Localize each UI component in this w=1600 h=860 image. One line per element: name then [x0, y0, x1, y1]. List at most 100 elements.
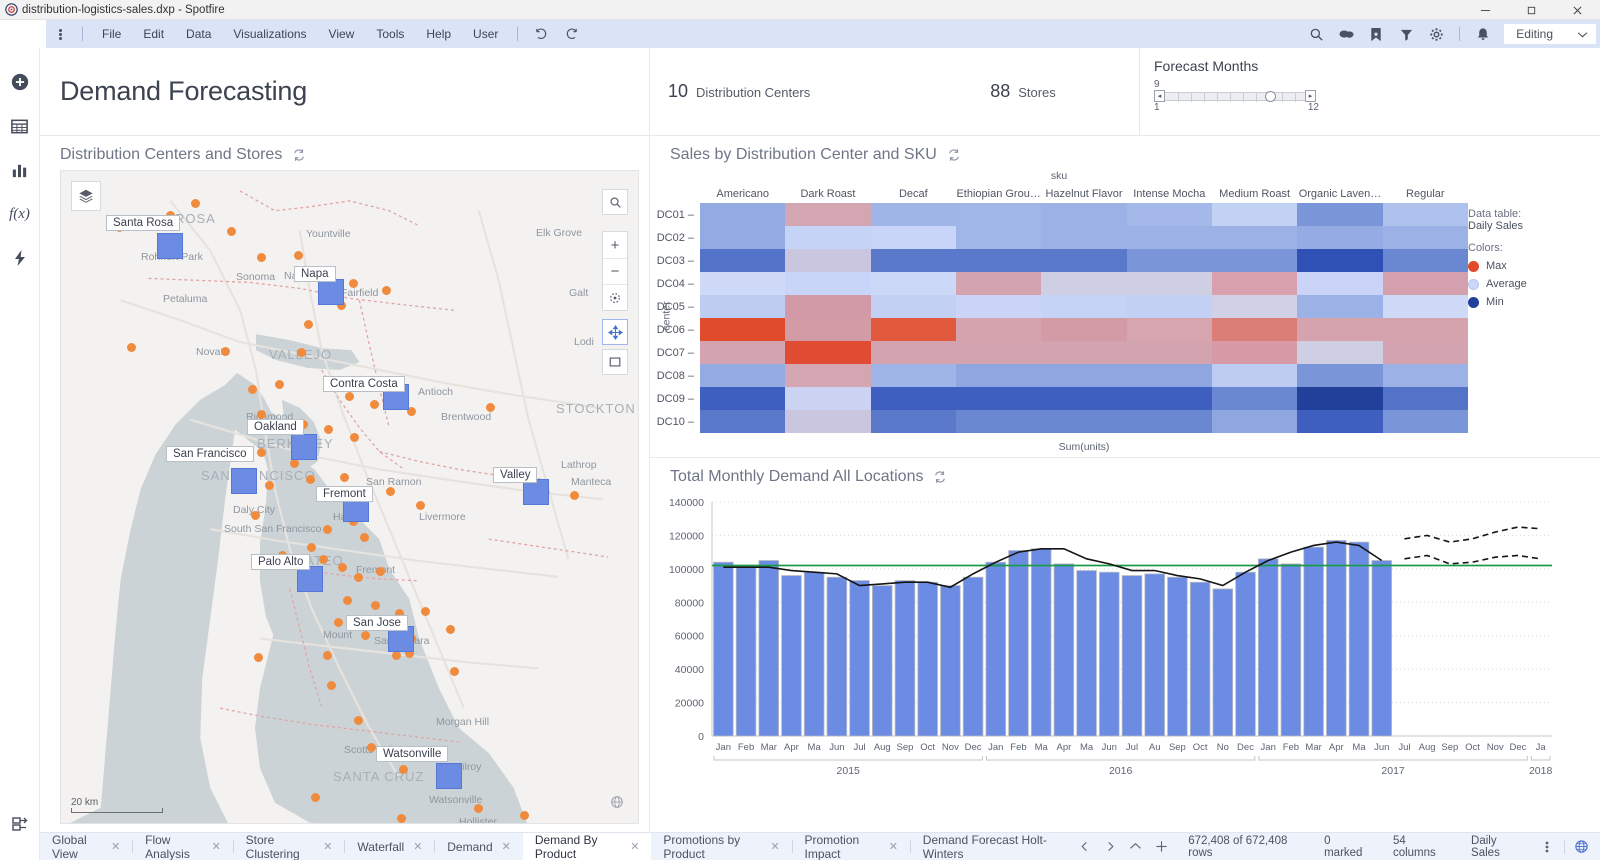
heatmap-cell[interactable] [785, 295, 871, 318]
bar[interactable] [962, 576, 984, 737]
heatmap-cell[interactable] [870, 364, 956, 387]
bar[interactable] [758, 560, 780, 737]
chart-icon[interactable] [4, 148, 36, 192]
store-marker[interactable] [294, 251, 303, 260]
zoom-out-button[interactable]: − [603, 258, 627, 284]
store-marker[interactable] [307, 543, 316, 552]
store-marker[interactable] [334, 618, 343, 627]
plus-icon[interactable] [1149, 833, 1175, 860]
tab-close-icon[interactable]: ✕ [889, 840, 898, 853]
store-marker[interactable] [345, 392, 354, 401]
heatmap-cell[interactable] [1126, 341, 1212, 364]
tab-waterfall[interactable]: Waterfall ✕ [345, 833, 434, 860]
heatmap-cell[interactable] [1297, 318, 1383, 341]
heatmap-cell[interactable] [1126, 318, 1212, 341]
slider-handle[interactable] [1265, 90, 1276, 102]
close-button[interactable] [1554, 0, 1600, 20]
heatmap-cell[interactable] [870, 341, 956, 364]
heatmap-cell[interactable] [870, 272, 956, 295]
menu-item-file[interactable]: File [91, 20, 132, 48]
store-marker[interactable] [570, 491, 579, 500]
bar[interactable] [872, 585, 893, 737]
heatmap-cell[interactable] [785, 226, 871, 249]
maximize-button[interactable] [1508, 0, 1554, 20]
refresh-icon[interactable] [292, 148, 306, 162]
heatmap-cell[interactable] [870, 410, 956, 433]
tab-global-view[interactable]: Global View ✕ [40, 833, 132, 860]
bar[interactable] [940, 585, 961, 737]
heatmap-cell[interactable] [1126, 272, 1212, 295]
bar[interactable] [1348, 541, 1370, 737]
heatmap-cell[interactable] [1211, 318, 1298, 341]
store-marker[interactable] [323, 525, 332, 534]
bell-icon[interactable] [1468, 20, 1498, 48]
tab-close-icon[interactable]: ✕ [413, 840, 422, 853]
tab-demand[interactable]: Demand ✕ [435, 833, 523, 860]
heatmap-cell[interactable] [955, 410, 1042, 433]
heatmap-cell[interactable] [955, 341, 1042, 364]
zoom-in-button[interactable]: + [603, 232, 627, 258]
heatmap-cell[interactable] [700, 341, 786, 364]
store-marker[interactable] [227, 227, 236, 236]
bar[interactable] [1189, 581, 1211, 737]
heatmap-cell[interactable] [955, 364, 1042, 387]
heatmap-cell[interactable] [1041, 341, 1127, 364]
refresh-icon[interactable] [933, 470, 947, 484]
app-menu-button[interactable] [46, 28, 74, 41]
forecast-slider[interactable]: ◂ ▸ [1154, 90, 1586, 102]
store-marker[interactable] [370, 400, 379, 409]
bar[interactable] [1371, 560, 1392, 737]
heatmap-cell[interactable] [955, 203, 1042, 226]
store-marker[interactable] [397, 814, 406, 823]
heatmap-cell[interactable] [1041, 226, 1127, 249]
rectangle-select-icon[interactable] [602, 349, 628, 375]
bar[interactable] [826, 576, 848, 737]
map-globe-icon[interactable] [606, 791, 628, 813]
heatmap-cell[interactable] [1382, 249, 1468, 272]
heatmap-cell[interactable] [870, 226, 956, 249]
heatmap-cell[interactable] [1382, 203, 1468, 226]
slider-right-arrow[interactable]: ▸ [1305, 90, 1316, 102]
heatmap-cell[interactable] [1211, 272, 1298, 295]
store-marker[interactable] [354, 716, 363, 725]
store-marker[interactable] [265, 481, 274, 490]
heatmap-cell[interactable] [1041, 249, 1127, 272]
heatmap-cell[interactable] [955, 387, 1042, 410]
bar[interactable] [917, 581, 938, 737]
store-marker[interactable] [371, 601, 380, 610]
store-marker[interactable] [338, 563, 347, 572]
heatmap-cell[interactable] [1041, 318, 1127, 341]
undo-icon[interactable] [526, 20, 556, 48]
heatmap-cell[interactable] [1211, 295, 1298, 318]
bar[interactable] [1257, 558, 1279, 737]
bar[interactable] [1303, 546, 1324, 737]
heatmap-cell[interactable] [1211, 203, 1298, 226]
heatmap-cell[interactable] [1041, 410, 1127, 433]
chevron-up-icon[interactable] [1123, 833, 1149, 860]
heatmap-cell[interactable] [1126, 203, 1212, 226]
heatmap-cell[interactable] [700, 226, 786, 249]
editing-mode-dropdown[interactable]: Editing [1504, 24, 1596, 44]
distribution-center-marker[interactable] [231, 468, 257, 494]
store-marker[interactable] [367, 743, 376, 752]
heatmap-cell[interactable] [1382, 341, 1468, 364]
store-marker[interactable] [399, 765, 408, 774]
store-marker[interactable] [319, 555, 328, 564]
store-marker[interactable] [340, 473, 349, 482]
store-marker[interactable] [257, 410, 266, 419]
heatmap-cell[interactable] [785, 203, 871, 226]
heatmap-cell[interactable] [785, 272, 871, 295]
bar[interactable] [1212, 588, 1234, 737]
heatmap-cell[interactable] [1297, 249, 1383, 272]
bar[interactable] [894, 580, 916, 737]
heatmap-cell[interactable] [700, 364, 786, 387]
tab-flow-analysis[interactable]: Flow Analysis ✕ [133, 833, 233, 860]
pan-icon[interactable] [602, 319, 628, 345]
heatmap-cell[interactable] [1297, 387, 1383, 410]
heatmap-cell[interactable] [955, 318, 1042, 341]
store-marker[interactable] [221, 347, 230, 356]
heatmap-grid[interactable] [700, 203, 1468, 433]
heatmap-cell[interactable] [1382, 272, 1468, 295]
bar[interactable] [1167, 576, 1188, 737]
heatmap-cell[interactable] [1041, 387, 1127, 410]
